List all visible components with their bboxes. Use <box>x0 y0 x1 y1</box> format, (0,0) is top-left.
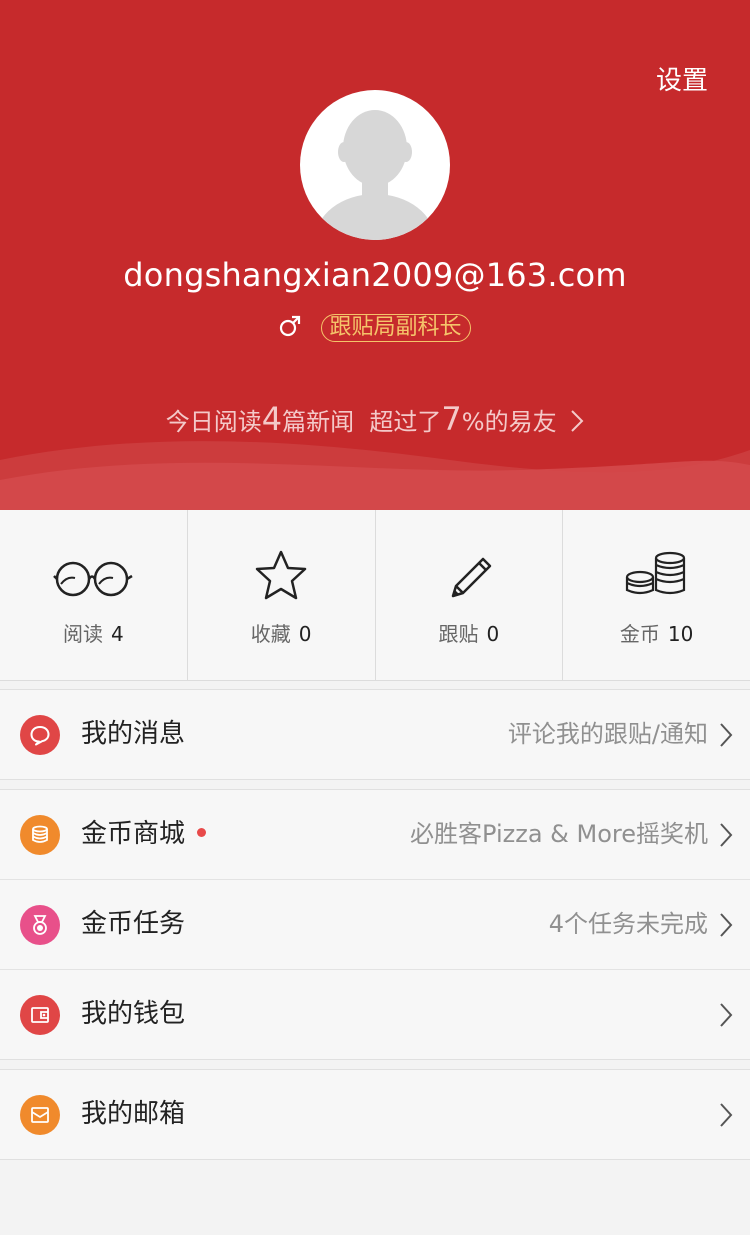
chevron-right-icon <box>720 1103 733 1127</box>
menu-item-title: 金币任务 <box>81 909 186 939</box>
stats-bar: 阅读 4 收藏 0 跟贴 0 金币 10 <box>0 510 750 681</box>
stat-label: 收藏 <box>250 622 291 646</box>
menu-item-subtitle: 评论我的跟贴/通知 <box>507 720 708 748</box>
default-avatar-icon <box>315 110 435 240</box>
wallet-icon <box>20 995 60 1035</box>
stat-value: 0 <box>298 622 312 646</box>
menu-item-title: 金币商城 <box>81 790 207 879</box>
star-icon <box>188 546 375 606</box>
coin-stack-icon <box>20 815 60 855</box>
chevron-right-icon <box>570 409 584 439</box>
menu-item-coin-shop[interactable]: 金币商城 必胜客Pizza & More摇奖机 <box>0 790 750 880</box>
chevron-right-icon <box>720 723 733 747</box>
stat-label: 阅读 <box>63 622 103 646</box>
chevron-right-icon <box>720 1003 733 1027</box>
stat-reading[interactable]: 阅读 4 <box>0 510 188 680</box>
menu-item-title-text: 金币商城 <box>81 819 186 849</box>
menu-item-title: 我的钱包 <box>81 999 186 1029</box>
new-indicator-dot <box>197 828 207 837</box>
username: dongshangxian2009@163.com <box>123 256 627 294</box>
menu-group-messages: 我的消息 评论我的跟贴/通知 <box>0 689 750 780</box>
reading-summary-mid: 篇新闻 超过了 <box>282 408 442 436</box>
stat-value: 10 <box>667 622 694 646</box>
reading-summary-prefix: 今日阅读 <box>165 408 262 436</box>
articles-read-count: 4 <box>261 400 283 438</box>
percentile-value: 7 <box>441 400 462 438</box>
message-icon <box>20 715 60 755</box>
menu-item-subtitle: 4个任务未完成 <box>548 910 708 938</box>
stat-value: 0 <box>486 622 500 646</box>
medal-icon <box>20 905 60 945</box>
menu-item-wallet[interactable]: 我的钱包 <box>0 970 750 1059</box>
menu-item-subtitle: 必胜客Pizza & More摇奖机 <box>410 820 708 848</box>
mail-icon <box>20 1095 60 1135</box>
menu-item-messages[interactable]: 我的消息 评论我的跟贴/通知 <box>0 690 750 779</box>
stat-label: 跟贴 <box>438 622 479 646</box>
stat-favorites[interactable]: 收藏 0 <box>188 510 376 680</box>
menu-group-mail: 我的邮箱 <box>0 1069 750 1160</box>
stat-comments[interactable]: 跟贴 0 <box>376 510 564 680</box>
rank-badge[interactable]: 跟贴局副科长 <box>320 314 471 342</box>
avatar[interactable] <box>300 90 450 240</box>
stat-coins[interactable]: 金币 10 <box>563 510 750 680</box>
glasses-icon <box>0 546 187 606</box>
menu-group-coins: 金币商城 必胜客Pizza & More摇奖机 金币任务 4个任务未完成 我的钱… <box>0 789 750 1060</box>
menu-item-coin-tasks[interactable]: 金币任务 4个任务未完成 <box>0 880 750 970</box>
profile-header: 设置 dongshangxian2009@163.com 跟贴局副科长 今日阅读… <box>0 0 750 510</box>
stat-label: 金币 <box>619 622 660 646</box>
menu-item-title: 我的消息 <box>81 719 186 749</box>
settings-button[interactable]: 设置 <box>656 60 708 97</box>
chevron-right-icon <box>720 913 733 937</box>
stat-value: 4 <box>111 622 124 646</box>
pencil-icon <box>376 546 563 606</box>
coins-icon <box>563 546 750 606</box>
reading-summary-suffix: %的易友 <box>461 408 557 436</box>
menu-item-mailbox[interactable]: 我的邮箱 <box>0 1070 750 1159</box>
reading-summary[interactable]: 今日阅读4篇新闻 超过了7%的易友 <box>0 400 750 439</box>
menu-item-title: 我的邮箱 <box>81 1099 186 1129</box>
male-icon <box>279 315 301 341</box>
chevron-right-icon <box>720 823 733 847</box>
rank-row: 跟贴局副科长 <box>0 314 750 342</box>
